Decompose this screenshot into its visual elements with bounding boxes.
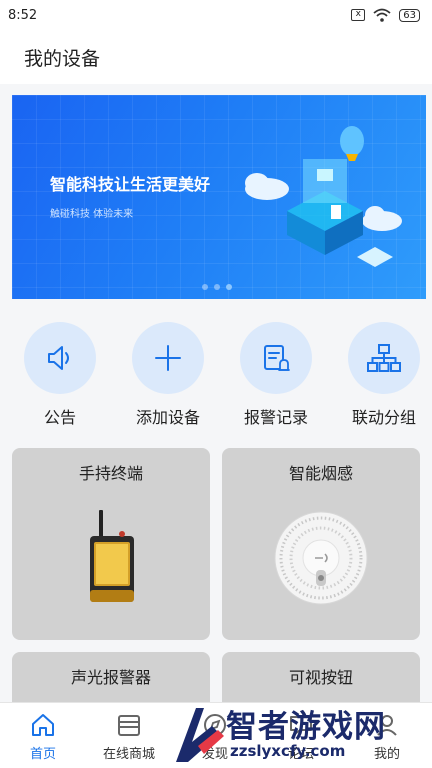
tab-store[interactable]: 在线商城: [86, 703, 172, 768]
battery-icon: 63: [399, 8, 420, 22]
pagination-dot-active[interactable]: [226, 284, 232, 290]
promo-banner[interactable]: 智能科技让生活更美好 触碰科技 体验未来: [12, 95, 426, 299]
watermark-url: zzslyxcfy.com: [230, 742, 346, 760]
site-watermark: 智者游戏网 zzslyxcfy.com: [168, 700, 432, 768]
quick-action-label: 公告: [43, 408, 76, 427]
smart-home-illustration: [245, 126, 402, 267]
device-card-title: 声光报警器: [70, 668, 151, 687]
tab-label: 首页: [29, 747, 56, 762]
home-icon: [32, 714, 54, 736]
quick-actions: 公告 添加设备 报警记录 联动分组: [0, 322, 432, 432]
watermark-logo: [176, 708, 224, 762]
banner-pagination: [202, 284, 232, 290]
quick-action-label: 报警记录: [243, 408, 308, 427]
device-card-title: 可视按钮: [288, 668, 353, 687]
plus-icon: [155, 345, 181, 371]
wifi-icon: [373, 8, 391, 22]
status-bar: 8:52 x 63: [0, 0, 432, 30]
page-title: 我的设备: [24, 47, 101, 70]
quick-action-announcement[interactable]: 公告: [10, 322, 110, 428]
status-time: 8:52: [8, 7, 38, 23]
quick-action-linkage-group[interactable]: 联动分组: [334, 322, 432, 428]
device-card-handheld-terminal[interactable]: 手持终端: [12, 448, 210, 640]
tab-home[interactable]: 首页: [0, 703, 86, 768]
smoke-detector-image: [274, 511, 368, 605]
page-header: 我的设备: [0, 30, 432, 84]
tab-label: 在线商城: [102, 747, 155, 762]
pagination-dot[interactable]: [214, 284, 220, 290]
quick-action-circle: [240, 322, 312, 394]
alarm-record-icon: [264, 345, 290, 371]
quick-action-circle: [348, 322, 420, 394]
device-card-title: 手持终端: [78, 464, 143, 483]
watermark-text: 智者游戏网: [226, 709, 386, 745]
device-card-smoke-detector[interactable]: 智能烟感: [222, 448, 420, 640]
device-card-title: 智能烟感: [288, 464, 353, 483]
quick-action-label: 联动分组: [351, 408, 416, 427]
speaker-icon: [48, 346, 69, 370]
quick-action-label: 添加设备: [135, 408, 200, 427]
quick-action-circle: [132, 322, 204, 394]
quick-action-circle: [24, 322, 96, 394]
org-chart-icon: [367, 344, 401, 372]
banner-headline: 智能科技让生活更美好: [50, 175, 211, 194]
quick-action-add-device[interactable]: 添加设备: [118, 322, 218, 428]
store-icon: [118, 715, 140, 736]
handheld-terminal-image: [90, 510, 134, 602]
no-sim-icon: x: [351, 9, 366, 21]
status-icons: x 63: [351, 8, 420, 22]
quick-action-alarm-records[interactable]: 报警记录: [226, 322, 326, 428]
pagination-dot[interactable]: [202, 284, 208, 290]
banner-subline: 触碰科技 体验未来: [50, 209, 134, 220]
